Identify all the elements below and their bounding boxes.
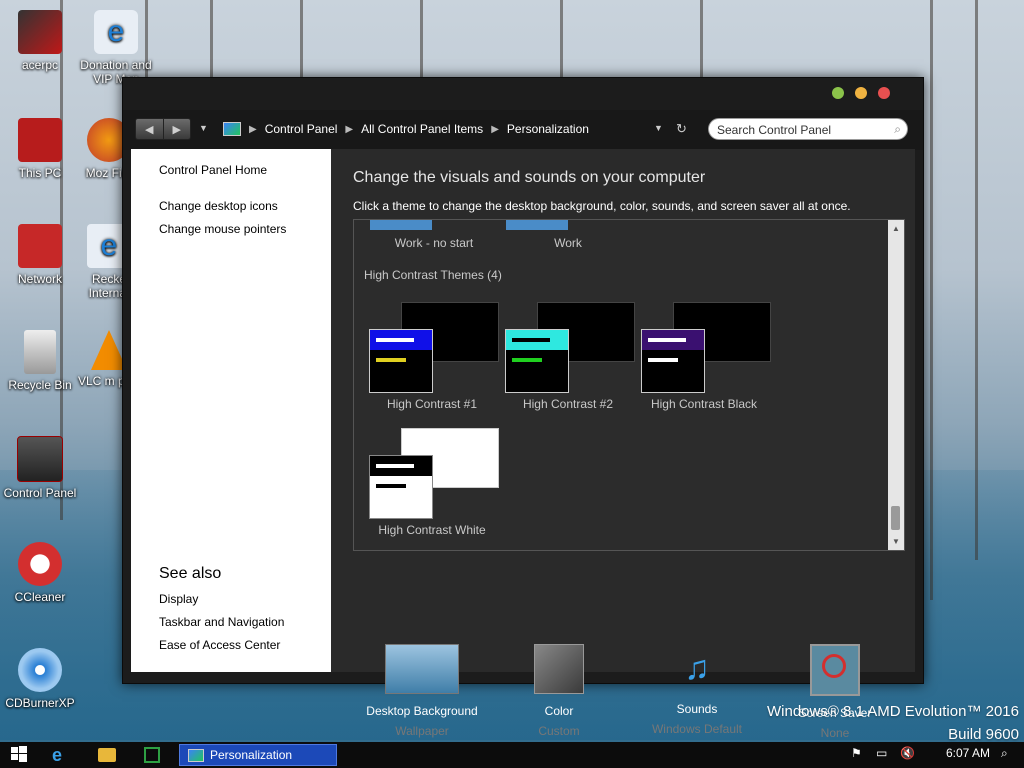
desktop-background-button[interactable]: Desktop Background Wallpaper — [352, 644, 492, 738]
color-button[interactable]: Color Custom — [489, 644, 629, 738]
section-high-contrast: High Contrast Themes (4) — [364, 268, 502, 282]
left-pane: Control Panel Home Change desktop icons … — [131, 149, 331, 672]
see-also-heading: See also — [159, 565, 222, 582]
start-icon[interactable] — [10, 745, 32, 765]
search-input[interactable]: Search Control Panel ⌕ — [708, 118, 908, 140]
volume-muted-icon[interactable]: 🔇 — [900, 746, 915, 764]
title-bar[interactable] — [123, 78, 923, 110]
theme-high-contrast-white[interactable] — [369, 428, 499, 520]
sounds-button[interactable]: ♫ Sounds Windows Default — [627, 644, 767, 736]
back-arrow-icon[interactable]: ◀ — [136, 119, 164, 139]
store-icon[interactable] — [144, 745, 166, 765]
desktop-icon-ccleaner[interactable]: CCleaner — [0, 542, 80, 604]
theme-work[interactable]: Work — [500, 236, 636, 250]
minimize-button[interactable] — [855, 87, 867, 99]
control-panel-home-link[interactable]: Control Panel Home — [159, 163, 267, 177]
breadcrumb-all-items[interactable]: All Control Panel Items — [361, 122, 483, 136]
control-panel-icon — [223, 122, 241, 136]
change-desktop-icons-link[interactable]: Change desktop icons — [159, 199, 278, 213]
desktop-icon-acerpc[interactable]: acerpc — [0, 10, 80, 72]
network-icon[interactable]: ▭ — [876, 746, 887, 764]
chevron-right-icon[interactable]: ▶ — [345, 124, 353, 135]
maximize-button[interactable] — [832, 87, 844, 99]
theme-work-no-start[interactable]: Work - no start — [366, 236, 502, 250]
ease-of-access-link[interactable]: Ease of Access Center — [159, 638, 280, 652]
screensaver-icon — [810, 644, 860, 696]
page-subtitle: Click a theme to change the desktop back… — [353, 199, 851, 213]
os-watermark: Windows® 8.1 AMD Evolution™ 2016 Build 9… — [766, 703, 1019, 743]
address-toolbar: ◀ ▶ ▼ ▶ Control Panel ▶ All Control Pane… — [123, 110, 923, 150]
flag-icon[interactable]: ⚑ — [851, 746, 862, 764]
sounds-icon: ♫ — [684, 649, 710, 687]
clock[interactable]: 6:07 AM — [946, 746, 990, 764]
desktop-icon-network[interactable]: Network — [0, 224, 80, 286]
wallpaper-icon — [385, 644, 459, 694]
desktop-icon-this-pc[interactable]: This PC — [0, 118, 80, 180]
main-pane: Change the visuals and sounds on your co… — [331, 149, 915, 740]
theme-high-contrast-black[interactable] — [641, 302, 771, 394]
nav-buttons: ◀ ▶ — [135, 118, 191, 140]
breadcrumb: ▶ Control Panel ▶ All Control Panel Item… — [223, 122, 589, 136]
taskbar-navigation-link[interactable]: Taskbar and Navigation — [159, 615, 284, 629]
file-explorer-icon[interactable] — [98, 745, 120, 765]
desktop-icon-recycle-bin[interactable]: Recycle Bin — [0, 330, 80, 392]
taskbar: e Personalization ⚑ ▭ 🔇 6:07 AM ⌕ — [0, 742, 1024, 768]
internet-explorer-icon[interactable]: e — [52, 745, 74, 765]
personalization-window: ◀ ▶ ▼ ▶ Control Panel ▶ All Control Pane… — [122, 77, 924, 740]
control-panel-icon — [188, 748, 204, 762]
breadcrumb-control-panel[interactable]: Control Panel — [265, 122, 338, 136]
search-icon[interactable]: ⌕ — [1001, 746, 1008, 764]
breadcrumb-personalization[interactable]: Personalization — [507, 122, 589, 136]
address-dropdown-icon[interactable]: ▼ — [654, 123, 663, 133]
chevron-right-icon[interactable]: ▶ — [491, 124, 499, 135]
taskbar-personalization[interactable]: Personalization — [179, 744, 337, 766]
color-icon — [534, 644, 584, 694]
themes-scrollbar[interactable]: ▲ ▼ — [888, 220, 904, 550]
chevron-right-icon[interactable]: ▶ — [249, 124, 257, 135]
desktop-icon-cdburnerxp[interactable]: CDBurnerXP — [0, 648, 80, 710]
theme-high-contrast-1[interactable] — [369, 302, 499, 394]
forward-arrow-icon[interactable]: ▶ — [164, 119, 191, 139]
search-icon[interactable]: ⌕ — [894, 122, 901, 137]
recent-dropdown-icon[interactable]: ▼ — [199, 123, 208, 133]
themes-list: Work - no start Work High Contrast Theme… — [353, 219, 905, 551]
scroll-up-icon[interactable]: ▲ — [892, 224, 900, 233]
scroll-down-icon[interactable]: ▼ — [892, 537, 900, 546]
desktop-icon-control-panel[interactable]: Control Panel — [0, 436, 80, 500]
theme-high-contrast-2[interactable] — [505, 302, 635, 394]
refresh-icon[interactable]: ↻ — [676, 121, 687, 137]
desktop-icon-donation[interactable]: e Donation and VIP Men — [76, 10, 156, 86]
display-link[interactable]: Display — [159, 592, 198, 606]
scroll-thumb[interactable] — [891, 506, 900, 530]
change-mouse-pointers-link[interactable]: Change mouse pointers — [159, 222, 286, 236]
page-title: Change the visuals and sounds on your co… — [353, 169, 706, 186]
close-button[interactable] — [878, 87, 890, 99]
